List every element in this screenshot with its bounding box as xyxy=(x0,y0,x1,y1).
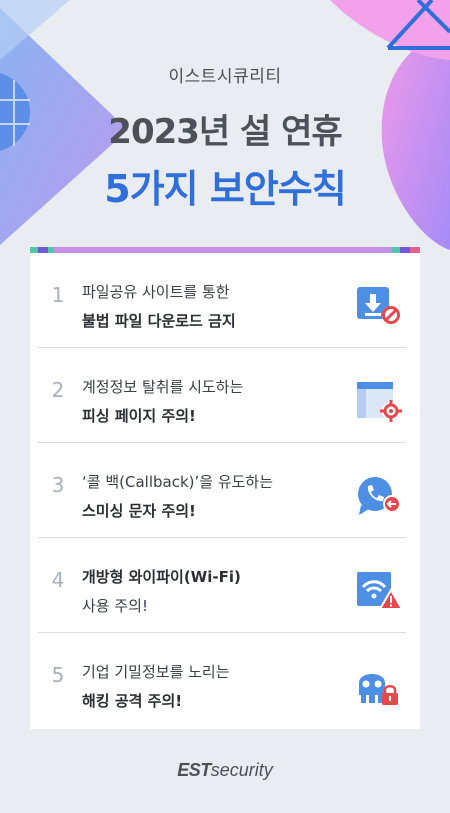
est-security-logo: ESTsecurity xyxy=(0,760,450,781)
phone-chat-icon xyxy=(358,477,401,515)
rule-number: 2 xyxy=(51,378,65,402)
rule-text-line-1: ‘콜 백(Callback)’을 유도하는 xyxy=(82,473,274,491)
download-block-icon xyxy=(357,287,400,324)
rule-text-line-2: 불법 파일 다운로드 금지 xyxy=(82,312,236,330)
rule-number: 4 xyxy=(51,568,65,592)
rule-item-4: 4 개방형 와이파이(Wi-Fi) 사용 주의! xyxy=(30,538,420,633)
rule-text-line-2: 스미싱 문자 주의! xyxy=(82,502,196,520)
rule-text-line-1: 개방형 와이파이(Wi-Fi) xyxy=(82,568,241,586)
right-corner-shape xyxy=(330,0,450,60)
rule-text-line-1: 파일공유 사이트를 통한 xyxy=(82,283,230,301)
rule-text-line-1: 계정정보 탈취를 시도하는 xyxy=(82,378,244,396)
title-line-1: 2023년 설 연휴 xyxy=(108,112,342,152)
logo-security-text: security xyxy=(210,760,273,780)
skull-lock-icon xyxy=(359,674,398,705)
rule-item-5: 5 기업 기밀정보를 노리는 해킹 공격 주의! xyxy=(30,633,420,728)
company-name: 이스트시큐리티 xyxy=(168,67,282,87)
rule-number: 1 xyxy=(51,283,65,307)
wifi-warning-icon xyxy=(357,572,403,610)
rule-text-line-1: 기업 기밀정보를 노리는 xyxy=(82,663,230,681)
rule-number: 5 xyxy=(51,663,65,687)
phishing-target-icon xyxy=(357,382,402,422)
rule-text-line-2: 해킹 공격 주의! xyxy=(82,692,183,710)
rule-item-1: 1 파일공유 사이트를 통한 불법 파일 다운로드 금지 xyxy=(30,253,420,348)
rules-card: 1 파일공유 사이트를 통한 불법 파일 다운로드 금지 2 계정정보 탈취를 … xyxy=(30,247,420,729)
rule-number: 3 xyxy=(51,473,65,497)
title-line-2: 5가지 보안수칙 xyxy=(104,167,346,211)
rule-text-line-2: 사용 주의! xyxy=(82,597,148,615)
rule-text-line-2: 피싱 페이지 주의! xyxy=(82,407,196,425)
rule-item-3: 3 ‘콜 백(Callback)’을 유도하는 스미싱 문자 주의! xyxy=(30,443,420,538)
rule-item-2: 2 계정정보 탈취를 시도하는 피싱 페이지 주의! xyxy=(30,348,420,443)
logo-est-text: EST xyxy=(177,760,211,780)
